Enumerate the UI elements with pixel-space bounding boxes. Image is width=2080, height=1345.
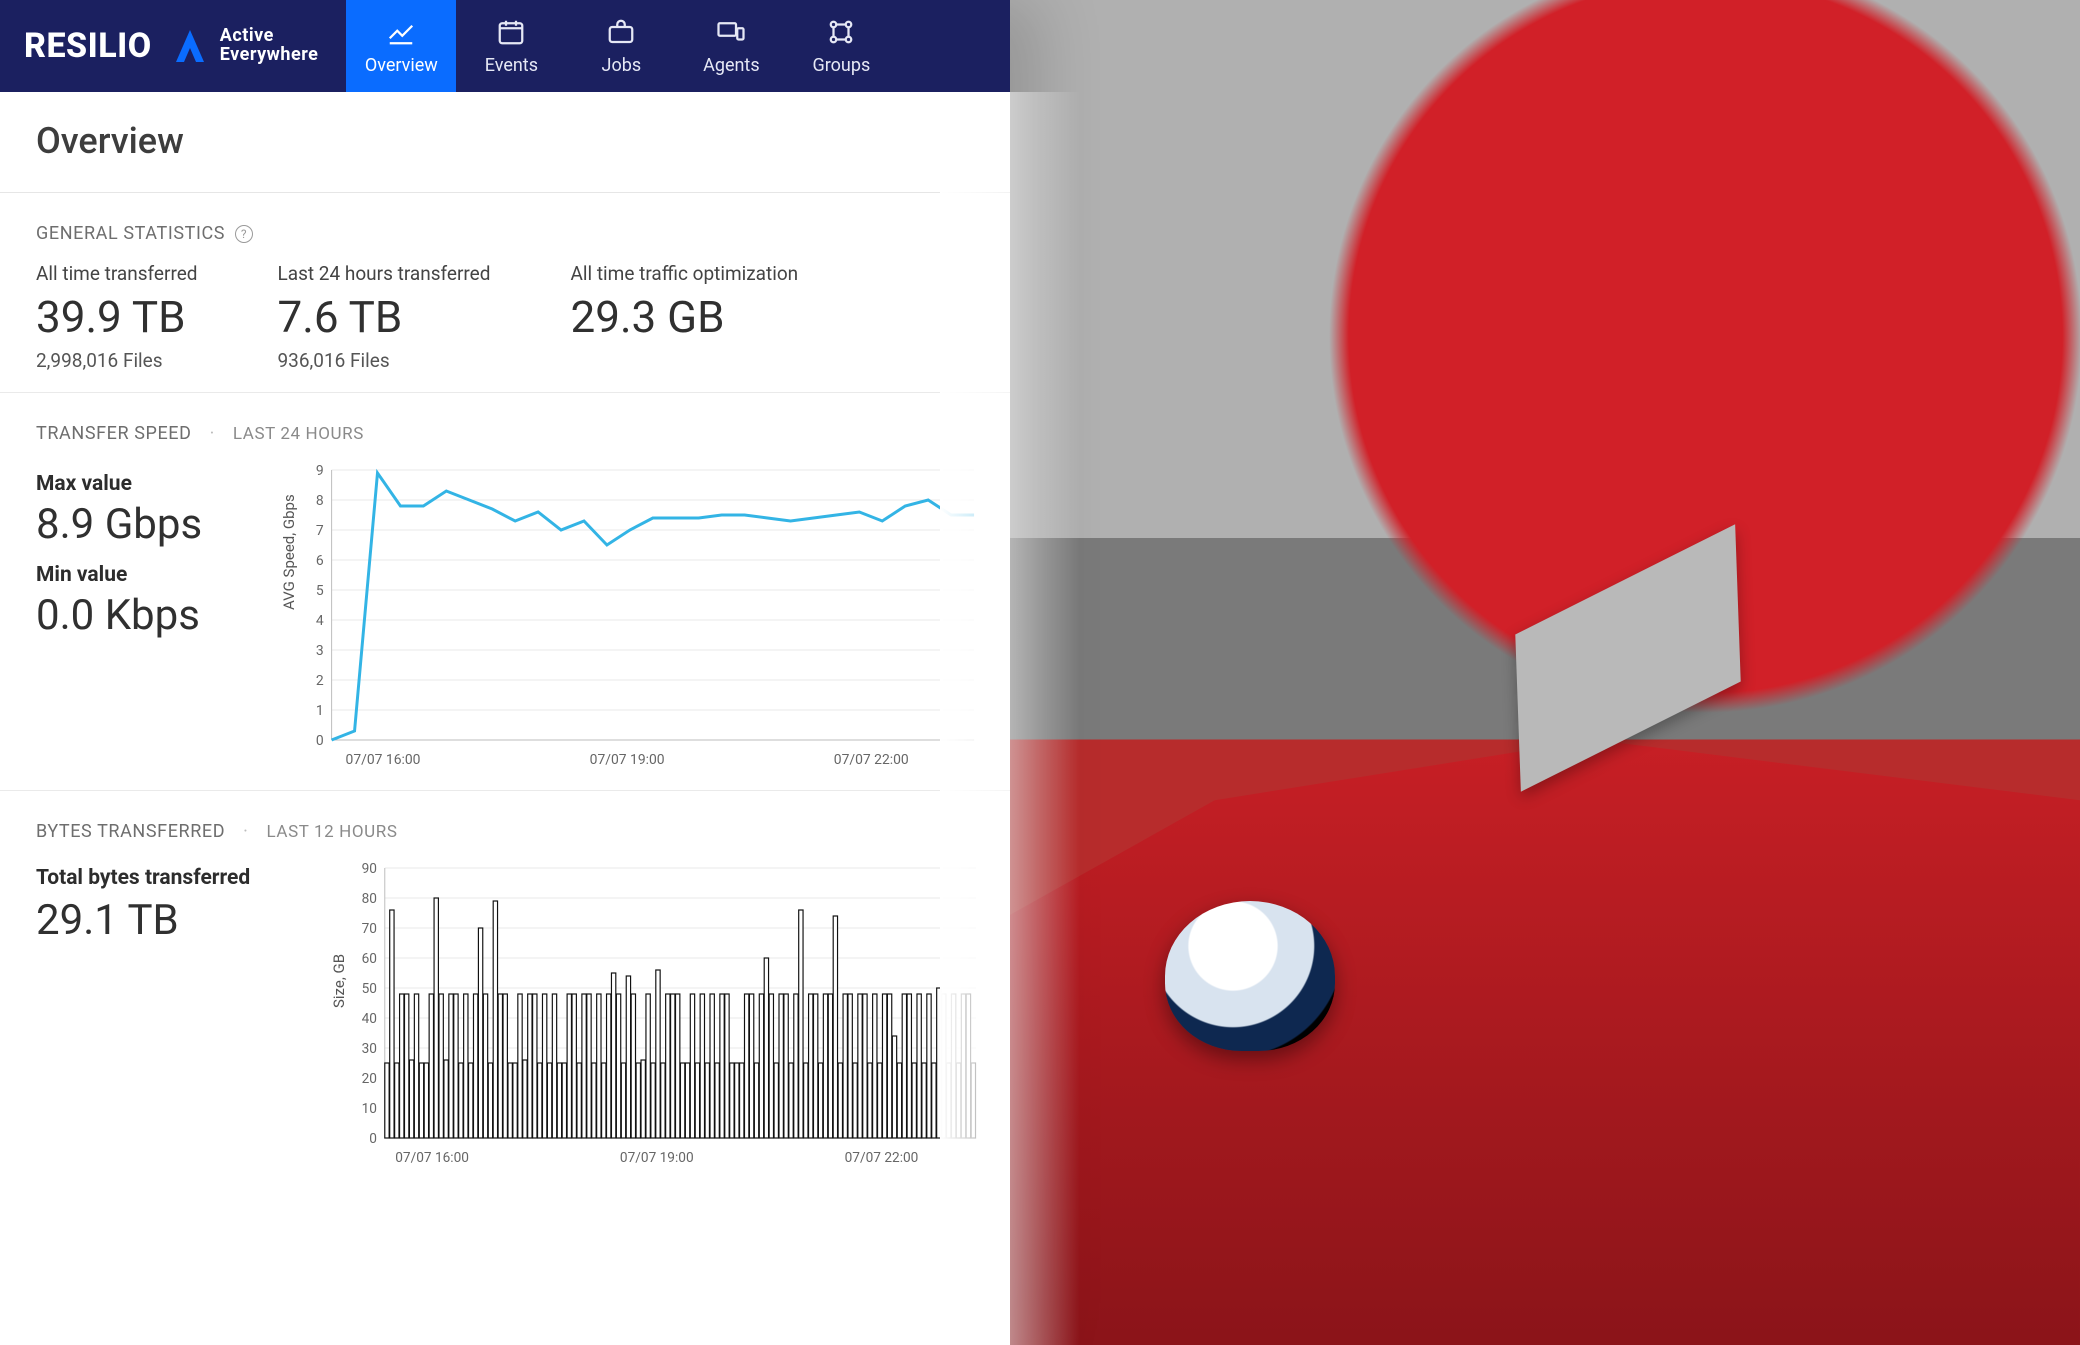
nav-agents[interactable]: Agents [676,0,786,92]
speed-y-axis-label: AVG Speed, Gbps [280,494,298,610]
stat-value: 7.6 TB [278,291,491,343]
bytes-summary: Total bytes transferred 29.1 TB [36,862,306,1172]
max-value: 8.9 Gbps [36,500,256,549]
section-range: LAST 24 HOURS [233,424,364,444]
svg-text:1: 1 [316,703,324,719]
svg-text:07/07 16:00: 07/07 16:00 [346,752,421,768]
svg-text:0: 0 [316,733,324,749]
stat-traffic-optimization: All time traffic optimization 29.3 GB [570,262,798,372]
stat-all-time-transferred: All time transferred 39.9 TB 2,998,016 F… [36,262,198,372]
bytes-y-axis-label: Size, GB [330,954,348,1008]
total-label: Total bytes transferred [36,866,306,890]
min-value: 0.0 Kbps [36,591,256,640]
dot-separator: · [235,821,256,842]
svg-text:07/07 16:00: 07/07 16:00 [395,1150,469,1166]
svg-text:07/07 19:00: 07/07 19:00 [590,752,665,768]
svg-text:4: 4 [316,613,324,629]
svg-text:9: 9 [316,464,324,479]
chart-line-icon [386,17,416,47]
total-value: 29.1 TB [36,896,306,945]
stat-label: All time transferred [36,262,198,285]
max-label: Max value [36,472,256,496]
svg-text:07/07 19:00: 07/07 19:00 [620,1150,694,1166]
devices-icon [716,17,746,47]
page-title: Overview [0,92,1010,193]
dot-separator: · [202,423,223,444]
stat-label: All time traffic optimization [570,262,798,285]
transfer-speed-chart: AVG Speed, Gbps 012345678907/07 16:0007/… [286,464,980,774]
svg-text:07/07 22:00: 07/07 22:00 [845,1150,919,1166]
svg-text:20: 20 [362,1071,377,1087]
svg-text:7: 7 [316,523,324,539]
svg-text:07/07 22:00: 07/07 22:00 [834,752,909,768]
stat-sub: 936,016 Files [278,349,491,372]
svg-text:0: 0 [369,1131,377,1147]
nodes-icon [826,17,856,47]
nav-events[interactable]: Events [456,0,566,92]
briefcase-icon [606,17,636,47]
nav-label: Jobs [602,55,642,76]
stat-value: 39.9 TB [36,291,198,343]
nav-label: Groups [812,55,870,76]
section-heading-text: GENERAL STATISTICS [36,223,225,244]
svg-text:60: 60 [362,951,377,967]
section-range: LAST 12 HOURS [266,822,397,842]
nav-label: Agents [703,55,760,76]
svg-text:6: 6 [316,553,324,569]
section-speed-heading: TRANSFER SPEED · LAST 24 HOURS [0,393,1010,456]
brand-name: RESILIO [24,26,152,66]
app-panel: RESILIO Active Everywhere Overview Event… [0,0,1010,1345]
nav-label: Overview [365,55,438,76]
active-everywhere-logo: Active Everywhere [170,26,319,66]
svg-text:90: 90 [362,862,377,877]
svg-text:40: 40 [362,1011,377,1027]
nav-overview[interactable]: Overview [346,0,456,92]
min-label: Min value [36,563,256,587]
stat-label: Last 24 hours transferred [278,262,491,285]
photo-helmet [1165,901,1335,1051]
nav-tabs: Overview Events Jobs Agents Groups [346,0,896,92]
svg-text:2: 2 [316,673,324,689]
svg-text:8: 8 [316,493,324,509]
svg-text:70: 70 [362,921,377,937]
brand: RESILIO Active Everywhere [0,0,346,92]
section-bytes-heading: BYTES TRANSFERRED · LAST 12 HOURS [0,791,1010,854]
speed-summary: Max value 8.9 Gbps Min value 0.0 Kbps [36,464,256,774]
nav-groups[interactable]: Groups [786,0,896,92]
section-heading-text: TRANSFER SPEED [36,423,192,444]
section-general-heading: GENERAL STATISTICS ? [0,193,1010,256]
svg-text:30: 30 [362,1041,377,1057]
svg-text:50: 50 [362,981,377,997]
svg-text:5: 5 [316,583,324,599]
brand-tag-2: Everywhere [220,46,319,65]
general-stats: All time transferred 39.9 TB 2,998,016 F… [0,256,1010,386]
nav-jobs[interactable]: Jobs [566,0,676,92]
stat-last-24h-transferred: Last 24 hours transferred 7.6 TB 936,016… [278,262,491,372]
bytes-transferred-chart: Size, GB 010203040506070809007/07 16:000… [336,862,980,1172]
section-heading-text: BYTES TRANSFERRED [36,821,225,842]
stat-sub: 2,998,016 Files [36,349,198,372]
nav-label: Events [485,55,538,76]
topbar: RESILIO Active Everywhere Overview Event… [0,0,1010,92]
svg-text:80: 80 [362,891,377,907]
svg-text:3: 3 [316,643,324,659]
svg-text:10: 10 [362,1101,377,1117]
calendar-icon [496,17,526,47]
help-icon[interactable]: ? [235,225,253,243]
stat-value: 29.3 GB [570,291,798,343]
